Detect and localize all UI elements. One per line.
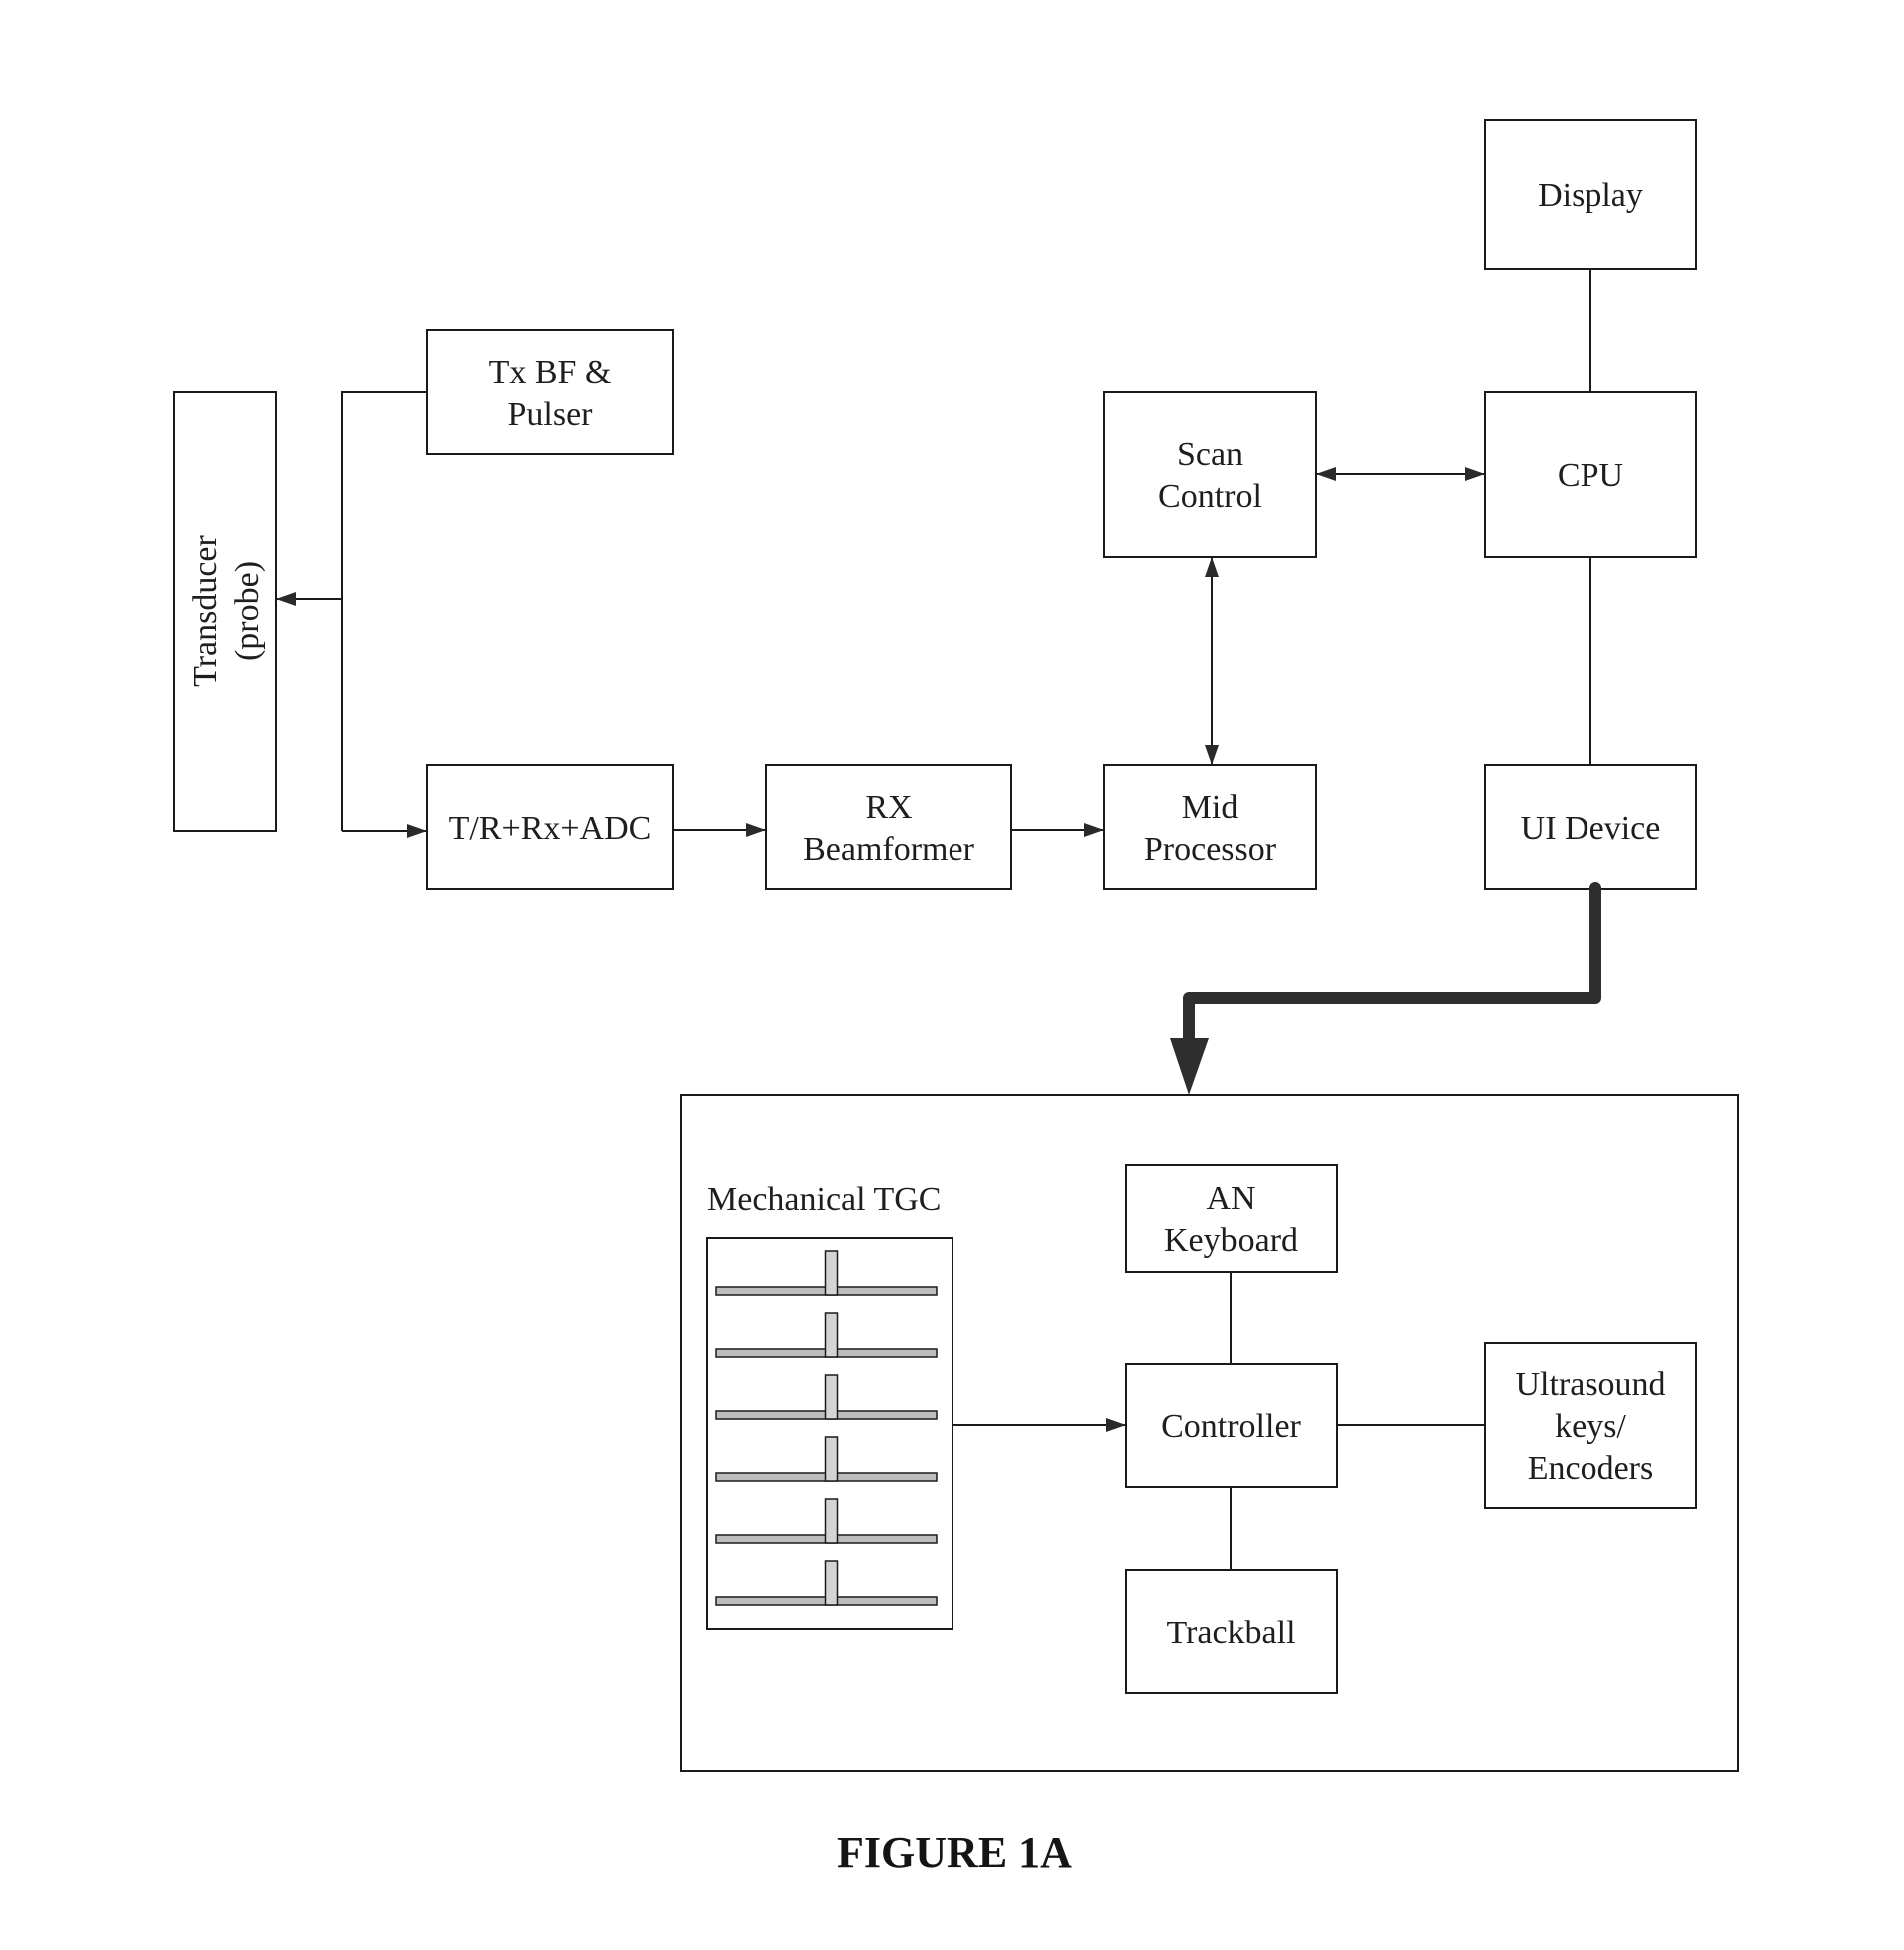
label-line: Processor: [1144, 831, 1277, 868]
label-line: Scan: [1177, 436, 1243, 473]
label-line: Keyboard: [1164, 1222, 1298, 1259]
connector-tx-to-bus: [341, 391, 427, 831]
label-line: Transducer: [187, 534, 224, 686]
cpu-label: CPU: [1558, 457, 1623, 494]
ultrasound-system-block-diagram: Transducer (probe) Tx BF & Pulser T/R+Rx+ADC…: [173, 119, 1739, 1877]
label-line: Mid: [1182, 789, 1239, 826]
scan-control-block: [1103, 391, 1317, 558]
label-line: Beamformer: [803, 831, 974, 868]
tr-rx-adc-label: T/R+Rx+ADC: [449, 810, 652, 847]
ui-device-label: UI Device: [1521, 810, 1661, 847]
label-line: UI Device: [1521, 810, 1661, 847]
label-line: T/R+Rx+ADC: [449, 810, 652, 847]
label-line: Pulser: [508, 396, 594, 433]
label-line: (probe): [229, 561, 266, 661]
label-line: CPU: [1558, 457, 1623, 494]
label-line: Ultrasound: [1515, 1366, 1665, 1403]
trackball-label: Trackball: [1166, 1615, 1295, 1651]
label-line: Tx BF &: [489, 354, 612, 391]
transducer-label: Transducer (probe): [187, 534, 266, 686]
label-line: AN: [1206, 1180, 1255, 1217]
tgc-slider-knob[interactable]: [824, 1374, 839, 1420]
tgc-slider-knob[interactable]: [824, 1436, 839, 1482]
rx-beamformer-label: RX Beamformer: [803, 789, 974, 868]
an-keyboard-label: AN Keyboard: [1164, 1180, 1298, 1259]
mid-processor-label: Mid Processor: [1144, 789, 1277, 868]
tx-bf-pulser-label: Tx BF & Pulser: [489, 354, 612, 433]
tgc-slider-knob[interactable]: [824, 1312, 839, 1358]
thick-arrow-ui-device-to-panel: [1183, 882, 1601, 1050]
tgc-slider-knob[interactable]: [824, 1250, 839, 1296]
thick-arrowhead-icon: [1170, 1038, 1209, 1095]
figure-caption: FIGURE 1A: [837, 1828, 1072, 1877]
label-line: Display: [1538, 177, 1643, 214]
label-line: Trackball: [1166, 1615, 1295, 1651]
mechanical-tgc-label: Mechanical TGC: [707, 1181, 941, 1218]
tx-bf-pulser-block: [426, 329, 674, 455]
mid-processor-block: [1103, 764, 1317, 890]
label-line: Encoders: [1528, 1450, 1654, 1487]
tgc-slider-knob[interactable]: [824, 1498, 839, 1544]
scan-control-label: Scan Control: [1158, 436, 1262, 515]
controller-label: Controller: [1161, 1408, 1301, 1445]
label-line: RX: [865, 789, 912, 826]
display-label: Display: [1538, 177, 1643, 214]
rx-beamformer-block: [765, 764, 1012, 890]
label-line: keys/: [1555, 1408, 1626, 1445]
label-line: Control: [1158, 478, 1262, 515]
label-line: Controller: [1161, 1408, 1301, 1445]
tgc-slider-knob[interactable]: [824, 1560, 839, 1606]
tgc-slider-group: [715, 1250, 938, 1606]
ultrasound-keys-label: Ultrasound keys/Encoders: [1515, 1366, 1665, 1487]
